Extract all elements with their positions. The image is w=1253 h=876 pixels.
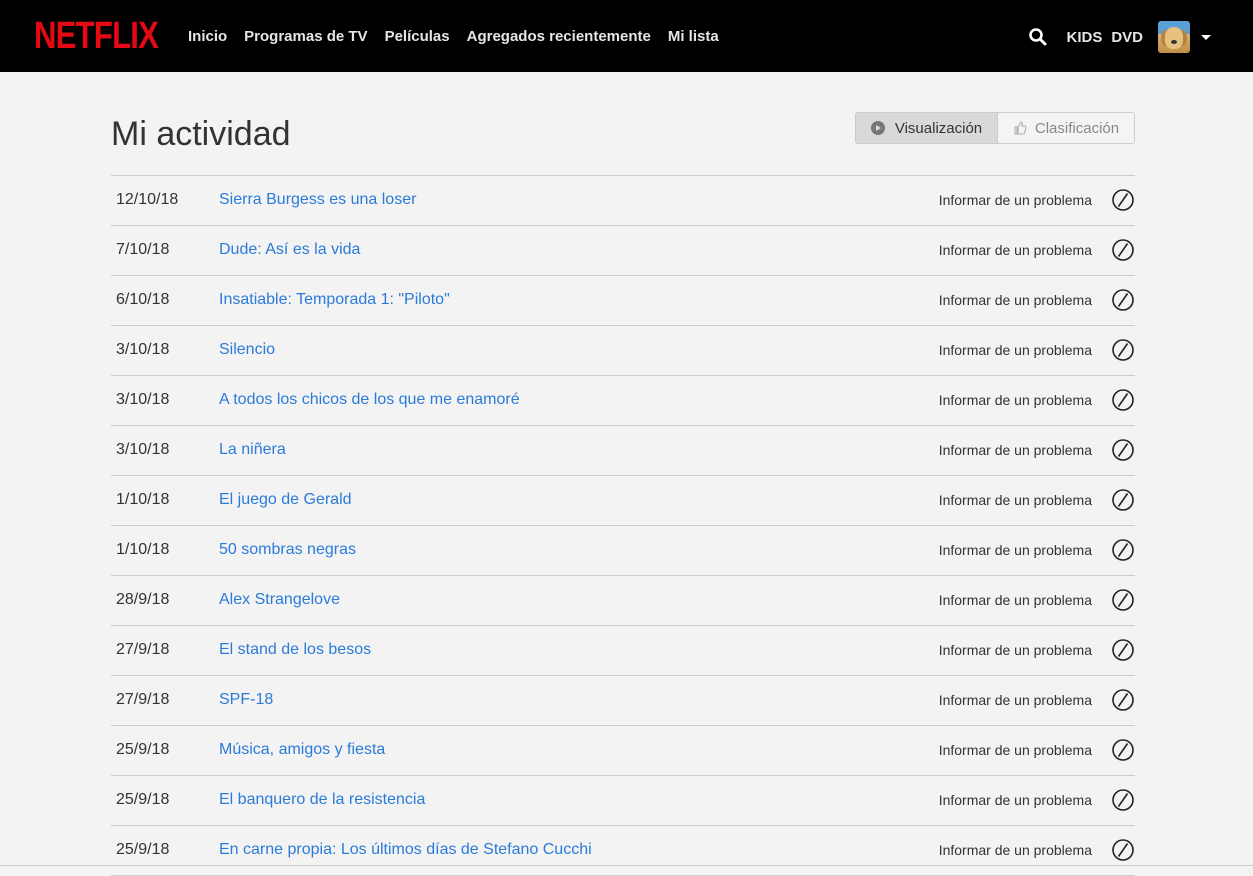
activity-date: 6/10/18 xyxy=(116,291,170,308)
activity-title-link[interactable]: La niñera xyxy=(219,441,286,459)
avatar-face xyxy=(1165,27,1183,49)
report-problem-link[interactable]: Informar de un problema xyxy=(939,492,1092,508)
hide-from-history-icon[interactable] xyxy=(1112,289,1134,311)
hide-from-history-icon[interactable] xyxy=(1112,539,1134,561)
tab-visualizacion-label: Visualización xyxy=(894,119,983,137)
netflix-logo[interactable]: NETFLIX xyxy=(34,14,159,58)
activity-date: 7/10/18 xyxy=(116,241,170,258)
activity-date: 27/9/18 xyxy=(116,641,170,658)
activity-row: 25/9/18 El banquero de la resistencia Info… xyxy=(111,776,1135,826)
activity-row: 3/10/18 A todos los chicos de los que me … xyxy=(111,376,1135,426)
hide-from-history-icon[interactable] xyxy=(1112,639,1134,661)
report-problem-link[interactable]: Informar de un problema xyxy=(939,842,1092,858)
activity-title-link[interactable]: A todos los chicos de los que me enamoré xyxy=(219,391,520,409)
activity-date: 3/10/18 xyxy=(116,391,170,408)
report-problem-link[interactable]: Informar de un problema xyxy=(939,592,1092,608)
secondary-nav: KIDS DVD xyxy=(1028,20,1211,54)
hide-from-history-icon[interactable] xyxy=(1112,439,1134,461)
kids-link[interactable]: KIDS xyxy=(1066,29,1102,46)
activity-row: 25/9/18 Música, amigos y fiesta Informar d… xyxy=(111,726,1135,776)
hide-from-history-icon[interactable] xyxy=(1112,339,1134,361)
hide-from-history-icon[interactable] xyxy=(1112,239,1134,261)
activity-title-link[interactable]: SPF-18 xyxy=(219,691,273,709)
hide-from-history-icon[interactable] xyxy=(1112,739,1134,761)
activity-title-link[interactable]: Insatiable: Temporada 1: "Piloto" xyxy=(219,291,450,309)
hide-from-history-icon[interactable] xyxy=(1112,189,1134,211)
activity-title-link[interactable]: El juego de Gerald xyxy=(219,491,352,509)
tab-clasificacion-label: Clasificación xyxy=(1034,119,1120,137)
activity-list: 12/10/18 Sierra Burgess es una loser Infor… xyxy=(111,175,1135,876)
report-problem-link[interactable]: Informar de un problema xyxy=(939,442,1092,458)
report-problem-link[interactable]: Informar de un problema xyxy=(939,792,1092,808)
activity-row: 28/9/18 Alex Strangelove Informar de un pr… xyxy=(111,576,1135,626)
activity-title-link[interactable]: Sierra Burgess es una loser xyxy=(219,191,416,209)
activity-title-link[interactable]: En carne propia: Los últimos días de Ste… xyxy=(219,841,592,859)
activity-title-link[interactable]: 50 sombras negras xyxy=(219,541,356,559)
activity-view-toggle: Visualización Clasificación xyxy=(855,112,1135,144)
report-problem-link[interactable]: Informar de un problema xyxy=(939,392,1092,408)
page-title: Mi actividad xyxy=(111,115,291,153)
activity-row: 1/10/18 50 sombras negras Informar de un p… xyxy=(111,526,1135,576)
report-problem-link[interactable]: Informar de un problema xyxy=(939,342,1092,358)
nav-item-inicio[interactable]: Inicio xyxy=(188,27,227,47)
nav-item-agregados-recientemente[interactable]: Agregados recientemente xyxy=(467,27,651,47)
play-icon xyxy=(870,121,885,135)
nav-item-programas-de-tv[interactable]: Programas de TV xyxy=(244,27,367,47)
nav-item-peliculas[interactable]: Películas xyxy=(385,27,450,47)
activity-row: 27/9/18 SPF-18 Informar de un problema xyxy=(111,676,1135,726)
main-nav: Inicio Programas de TV Películas Agregad… xyxy=(188,27,736,47)
hide-from-history-icon[interactable] xyxy=(1112,589,1134,611)
profile-avatar[interactable] xyxy=(1158,21,1190,53)
hide-from-history-icon[interactable] xyxy=(1112,789,1134,811)
activity-row: 6/10/18 Insatiable: Temporada 1: "Piloto"… xyxy=(111,276,1135,326)
nav-item-mi-lista[interactable]: Mi lista xyxy=(668,27,719,47)
report-problem-link[interactable]: Informar de un problema xyxy=(939,742,1092,758)
top-navigation-bar: NETFLIX Inicio Programas de TV Películas… xyxy=(0,0,1253,72)
activity-title-link[interactable]: El stand de los besos xyxy=(219,641,371,659)
activity-title-link[interactable]: Música, amigos y fiesta xyxy=(219,741,385,759)
dvd-link[interactable]: DVD xyxy=(1111,29,1143,46)
divider xyxy=(0,865,1253,866)
report-problem-link[interactable]: Informar de un problema xyxy=(939,192,1092,208)
activity-date: 25/9/18 xyxy=(116,791,170,808)
activity-date: 3/10/18 xyxy=(116,441,170,458)
thumbs-up-icon xyxy=(1014,121,1027,135)
activity-row: 25/9/18 En carne propia: Los últimos días… xyxy=(111,826,1135,876)
activity-date: 28/9/18 xyxy=(116,591,170,608)
activity-date: 25/9/18 xyxy=(116,841,170,858)
report-problem-link[interactable]: Informar de un problema xyxy=(939,692,1092,708)
activity-row: 7/10/18 Dude: Así es la vida Informar de u… xyxy=(111,226,1135,276)
activity-date: 1/10/18 xyxy=(116,541,170,558)
report-problem-link[interactable]: Informar de un problema xyxy=(939,292,1092,308)
activity-title-link[interactable]: El banquero de la resistencia xyxy=(219,791,425,809)
activity-date: 27/9/18 xyxy=(116,691,170,708)
activity-date: 3/10/18 xyxy=(116,341,170,358)
report-problem-link[interactable]: Informar de un problema xyxy=(939,242,1092,258)
activity-row: 12/10/18 Sierra Burgess es una loser Infor… xyxy=(111,176,1135,226)
hide-from-history-icon[interactable] xyxy=(1112,489,1134,511)
activity-date: 12/10/18 xyxy=(116,191,179,208)
report-problem-link[interactable]: Informar de un problema xyxy=(939,542,1092,558)
tab-visualizacion[interactable]: Visualización xyxy=(856,113,997,143)
activity-date: 1/10/18 xyxy=(116,491,170,508)
search-icon[interactable] xyxy=(1028,27,1048,47)
tab-clasificacion[interactable]: Clasificación xyxy=(997,113,1134,143)
hide-from-history-icon[interactable] xyxy=(1112,389,1134,411)
activity-row: 27/9/18 El stand de los besos Informar de … xyxy=(111,626,1135,676)
avatar-nose xyxy=(1171,40,1177,44)
hide-from-history-icon[interactable] xyxy=(1112,839,1134,861)
activity-row: 1/10/18 El juego de Gerald Informar de un … xyxy=(111,476,1135,526)
activity-date: 25/9/18 xyxy=(116,741,170,758)
activity-title-link[interactable]: Silencio xyxy=(219,341,275,359)
activity-title-link[interactable]: Alex Strangelove xyxy=(219,591,340,609)
activity-title-link[interactable]: Dude: Así es la vida xyxy=(219,241,360,259)
hide-from-history-icon[interactable] xyxy=(1112,689,1134,711)
activity-row: 3/10/18 Silencio Informar de un problema xyxy=(111,326,1135,376)
caret-down-icon[interactable] xyxy=(1201,34,1211,40)
report-problem-link[interactable]: Informar de un problema xyxy=(939,642,1092,658)
activity-row: 3/10/18 La niñera Informar de un problema xyxy=(111,426,1135,476)
